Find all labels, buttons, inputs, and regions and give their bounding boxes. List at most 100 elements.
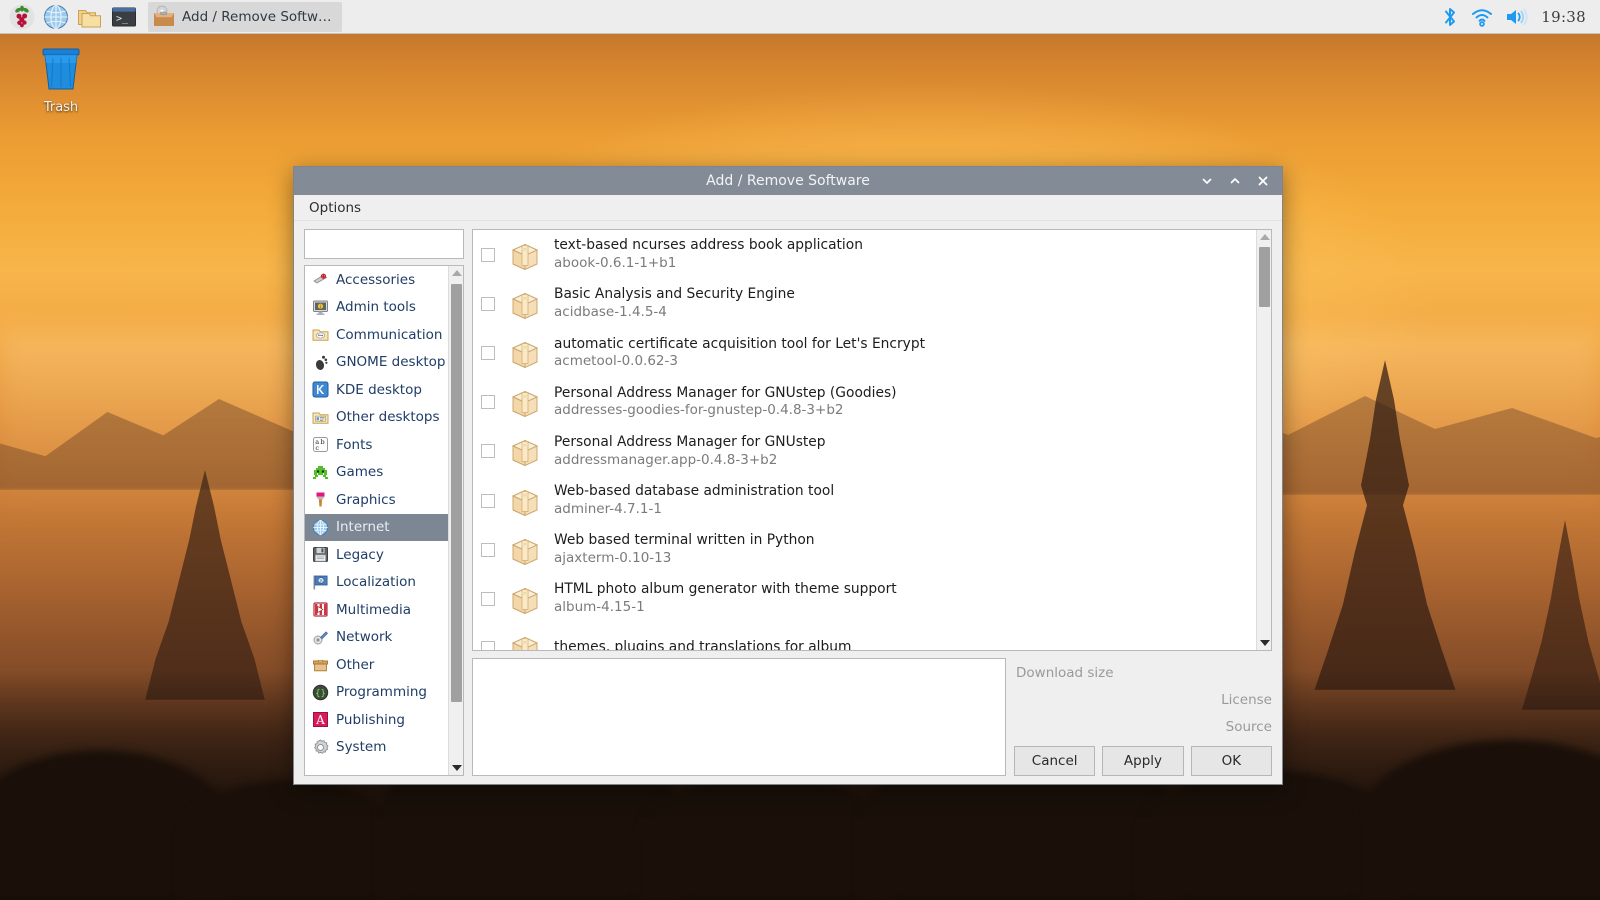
internet-globe-icon — [311, 518, 329, 536]
package-checkbox[interactable] — [481, 444, 495, 458]
cancel-button[interactable]: Cancel — [1014, 746, 1095, 776]
menu-item-options[interactable]: Options — [304, 198, 366, 218]
category-item-internet[interactable]: Internet — [305, 514, 448, 542]
package-title: Web based terminal written in Python — [554, 532, 815, 550]
package-text: Basic Analysis and Security Engineacidba… — [554, 286, 795, 321]
package-row[interactable]: Personal Address Manager for GNUstep (Go… — [473, 378, 1256, 427]
package-box-icon — [508, 631, 542, 650]
category-item-graphics[interactable]: Graphics — [305, 486, 448, 514]
package-box-icon — [508, 287, 542, 321]
taskbar-window-button-add-remove-software[interactable]: Add / Remove Softw… — [148, 2, 342, 32]
package-row[interactable]: text-based ncurses address book applicat… — [473, 230, 1256, 279]
clock[interactable]: 19:38 — [1541, 8, 1586, 26]
package-list-scrollbar[interactable] — [1256, 230, 1271, 650]
close-button[interactable] — [1256, 174, 1270, 188]
package-row[interactable]: Web-based database administration toolad… — [473, 476, 1256, 525]
package-text: Personal Address Manager for GNUstepaddr… — [554, 434, 826, 469]
package-checkbox[interactable] — [481, 346, 495, 360]
package-title: text-based ncurses address book applicat… — [554, 237, 863, 255]
package-checkbox[interactable] — [481, 494, 495, 508]
package-checkbox[interactable] — [481, 592, 495, 606]
package-row[interactable]: Personal Address Manager for GNUstepaddr… — [473, 427, 1256, 476]
taskbar-window-label: Add / Remove Softw… — [182, 9, 332, 25]
package-row[interactable]: Basic Analysis and Security Engineacidba… — [473, 279, 1256, 328]
category-item-accessories[interactable]: Accessories — [305, 266, 448, 294]
category-item-other[interactable]: Other — [305, 651, 448, 679]
category-list-viewport: AccessoriesiAdmin toolsCommunicationGNOM… — [305, 266, 448, 775]
category-item-fonts[interactable]: abcFonts — [305, 431, 448, 459]
package-box-icon — [508, 533, 542, 567]
window-body: AccessoriesiAdmin toolsCommunicationGNOM… — [294, 221, 1282, 784]
category-item-games[interactable]: Games — [305, 459, 448, 487]
package-checkbox[interactable] — [481, 248, 495, 262]
category-item-legacy[interactable]: Legacy — [305, 541, 448, 569]
scroll-down-button[interactable] — [1257, 636, 1272, 650]
scrollbar-thumb[interactable] — [451, 284, 462, 702]
package-row[interactable]: HTML photo album generator with theme su… — [473, 574, 1256, 623]
source-label: Source — [1014, 714, 1272, 741]
other-box-icon — [311, 656, 329, 674]
package-checkbox[interactable] — [481, 641, 495, 650]
category-item-label: Programming — [336, 684, 427, 700]
volume-icon[interactable] — [1505, 7, 1529, 27]
package-text: text-based ncurses address book applicat… — [554, 237, 863, 272]
package-row[interactable]: Web based terminal written in Pythonajax… — [473, 525, 1256, 574]
scroll-up-button[interactable] — [1257, 230, 1272, 244]
network-plug-icon — [311, 628, 329, 646]
category-item-publishing[interactable]: APublishing — [305, 706, 448, 734]
category-list-scrollbar[interactable] — [448, 266, 463, 775]
wifi-icon[interactable] — [1471, 7, 1493, 27]
search-field-wrapper[interactable] — [304, 229, 464, 259]
package-checkbox[interactable] — [481, 395, 495, 409]
package-manager-icon — [152, 5, 176, 29]
category-item-label: Admin tools — [336, 299, 416, 315]
package-row[interactable]: automatic certificate acquisition tool f… — [473, 328, 1256, 377]
category-item-network[interactable]: Network — [305, 624, 448, 652]
apply-button[interactable]: Apply — [1102, 746, 1183, 776]
scrollbar-thumb[interactable] — [1259, 247, 1270, 307]
lower-area: Download size License Source Cancel Appl… — [472, 658, 1272, 776]
category-item-label: Multimedia — [336, 602, 411, 618]
bluetooth-icon[interactable] — [1441, 6, 1459, 28]
package-title: HTML photo album generator with theme su… — [554, 581, 897, 599]
file-manager-icon[interactable] — [74, 1, 106, 33]
package-checkbox[interactable] — [481, 543, 495, 557]
category-list[interactable]: AccessoriesiAdmin toolsCommunicationGNOM… — [304, 265, 464, 776]
category-item-label: Games — [336, 464, 383, 480]
category-item-programming[interactable]: {}Programming — [305, 679, 448, 707]
category-item-other-desktops[interactable]: Other desktops — [305, 404, 448, 432]
desktop-icon-trash[interactable]: Trash — [22, 44, 100, 115]
scroll-up-button[interactable] — [449, 266, 464, 280]
package-row[interactable]: themes, plugins and translations for alb… — [473, 624, 1256, 651]
window-titlebar[interactable]: Add / Remove Software — [294, 167, 1282, 195]
terminal-icon[interactable]: >_ — [108, 1, 140, 33]
web-browser-icon[interactable] — [40, 1, 72, 33]
package-checkbox[interactable] — [481, 297, 495, 311]
category-item-communication[interactable]: Communication — [305, 321, 448, 349]
raspberry-menu-icon[interactable] — [6, 1, 38, 33]
publishing-a-icon: A — [311, 711, 329, 729]
category-item-gnome-desktop[interactable]: GNOME desktop — [305, 349, 448, 377]
ok-button[interactable]: OK — [1191, 746, 1272, 776]
minimize-button[interactable] — [1200, 174, 1214, 188]
package-version: addressmanager.app-0.4.8-3+b2 — [554, 452, 826, 469]
left-panel: AccessoriesiAdmin toolsCommunicationGNOM… — [304, 229, 464, 776]
package-box-icon — [508, 582, 542, 616]
menubar: Options — [294, 195, 1282, 221]
package-version: ajaxterm-0.10-13 — [554, 550, 815, 567]
scroll-down-button[interactable] — [449, 761, 464, 775]
category-item-admin-tools[interactable]: iAdmin tools — [305, 294, 448, 322]
package-list[interactable]: text-based ncurses address book applicat… — [472, 229, 1272, 651]
games-invader-icon — [311, 463, 329, 481]
category-item-multimedia[interactable]: Multimedia — [305, 596, 448, 624]
swiss-knife-icon — [311, 271, 329, 289]
system-tray: 19:38 — [1441, 6, 1600, 28]
package-version: adminer-4.7.1-1 — [554, 501, 834, 518]
search-input[interactable] — [309, 230, 491, 258]
category-item-system[interactable]: System — [305, 734, 448, 762]
category-item-localization[interactable]: あLocalization — [305, 569, 448, 597]
tree-blob — [640, 775, 890, 900]
trash-label: Trash — [22, 100, 100, 115]
category-item-kde-desktop[interactable]: KDE desktop — [305, 376, 448, 404]
maximize-button[interactable] — [1228, 174, 1242, 188]
